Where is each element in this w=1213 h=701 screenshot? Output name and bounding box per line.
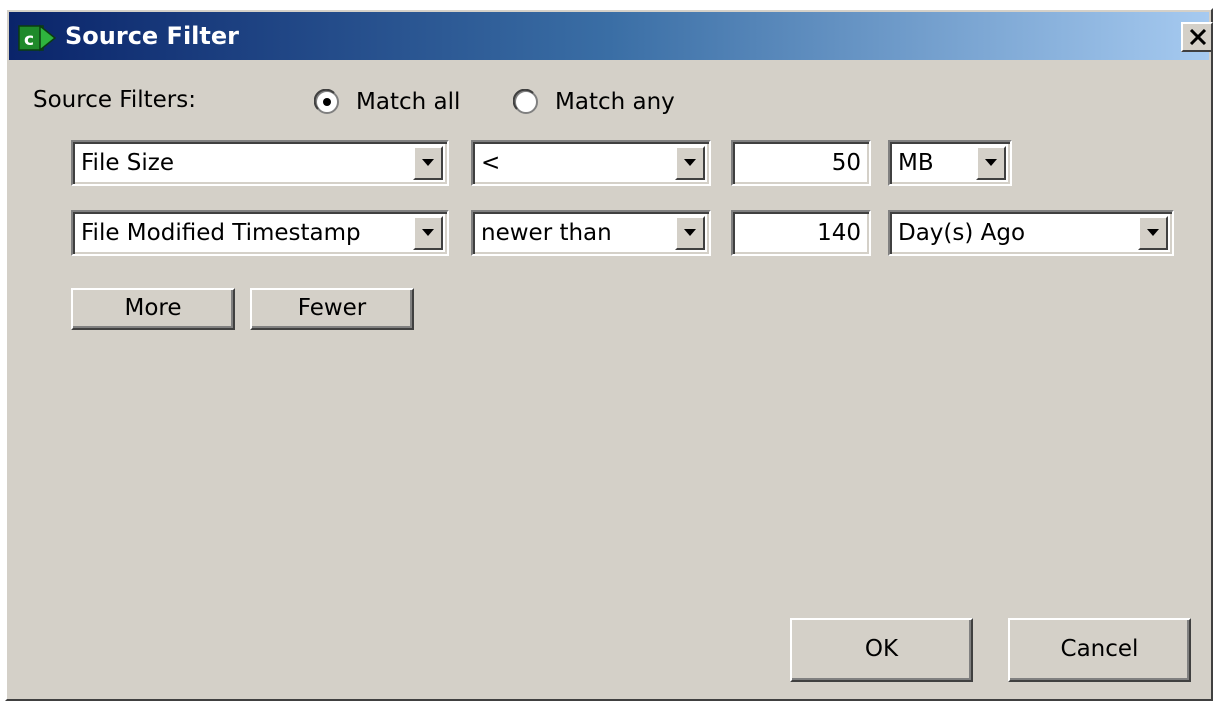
filter-1-operator-select[interactable]: < <box>471 140 711 186</box>
match-all-label: Match all <box>356 89 461 115</box>
match-all-radio[interactable] <box>314 89 340 115</box>
filter-1-operator-dropdown-button[interactable] <box>675 146 705 180</box>
filter-2-field-value: File Modified Timestamp <box>81 220 361 246</box>
filter-1-field-value: File Size <box>81 150 175 176</box>
filter-1-field-select[interactable]: File Size <box>71 140 449 186</box>
cancel-button[interactable]: Cancel <box>1008 618 1191 682</box>
close-button[interactable] <box>1181 22 1213 52</box>
filter-2-operator-select[interactable]: newer than <box>471 210 711 256</box>
match-any-label: Match any <box>555 89 675 115</box>
filter-1-field-dropdown-button[interactable] <box>413 146 443 180</box>
filter-1-operator-value: < <box>481 150 501 176</box>
chevron-down-icon <box>684 229 696 236</box>
more-button[interactable]: More <box>71 288 235 330</box>
filter-1-unit-select[interactable]: MB <box>888 140 1012 186</box>
chevron-down-icon <box>985 159 997 166</box>
filter-2-field-select[interactable]: File Modified Timestamp <box>71 210 449 256</box>
chevron-down-icon <box>422 159 434 166</box>
filter-1-value-input[interactable]: 50 <box>731 140 871 186</box>
source-filter-app-icon: c <box>18 24 56 52</box>
filter-1-value-text: 50 <box>831 150 861 176</box>
filter-2-unit-select[interactable]: Day(s) Ago <box>888 210 1174 256</box>
filter-2-operator-value: newer than <box>481 220 612 246</box>
filter-2-field-dropdown-button[interactable] <box>413 216 443 250</box>
svg-text:c: c <box>24 30 34 50</box>
filter-2-value-input[interactable]: 140 <box>731 210 871 256</box>
ok-button[interactable]: OK <box>790 618 973 682</box>
source-filter-dialog: c Source Filter Source Filters: Match al… <box>5 8 1213 701</box>
close-icon <box>1189 29 1207 45</box>
filter-2-operator-dropdown-button[interactable] <box>675 216 705 250</box>
dialog-title: Source Filter <box>65 22 239 50</box>
chevron-down-icon <box>422 229 434 236</box>
filter-1-unit-value: MB <box>898 150 934 176</box>
chevron-down-icon <box>684 159 696 166</box>
fewer-button[interactable]: Fewer <box>250 288 414 330</box>
title-bar[interactable]: c Source Filter <box>9 12 1213 60</box>
filter-2-value-text: 140 <box>817 220 861 246</box>
match-any-radio[interactable] <box>513 89 539 115</box>
chevron-down-icon <box>1147 229 1159 236</box>
source-filters-label: Source Filters: <box>33 87 196 113</box>
filter-2-unit-value: Day(s) Ago <box>898 220 1026 246</box>
filter-1-unit-dropdown-button[interactable] <box>976 146 1006 180</box>
filter-2-unit-dropdown-button[interactable] <box>1138 216 1168 250</box>
